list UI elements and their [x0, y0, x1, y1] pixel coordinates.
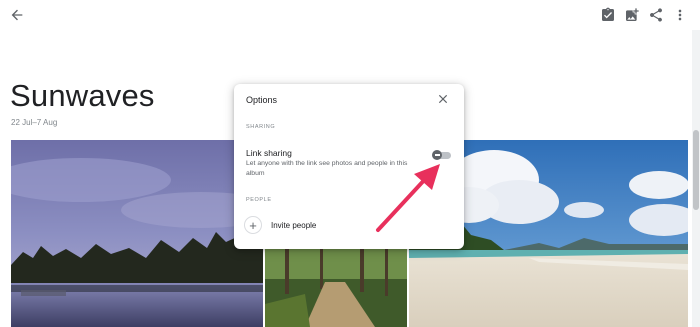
- add-photo-icon: [626, 8, 639, 21]
- album-title[interactable]: Sunwaves: [10, 78, 155, 114]
- add-to-album-icon: [602, 7, 614, 22]
- options-dialog: Options SHARING Link sharing Let anyone …: [234, 84, 464, 249]
- share-button[interactable]: [645, 4, 667, 26]
- close-icon[interactable]: [436, 92, 450, 106]
- more-vert-icon: [678, 9, 682, 21]
- add-to-album-button[interactable]: [597, 4, 619, 26]
- lake-photo-image: [11, 140, 263, 327]
- scrollbar-thumb[interactable]: [693, 130, 699, 210]
- photo-lake-dusk[interactable]: [11, 140, 263, 327]
- more-options-button[interactable]: [669, 4, 691, 26]
- back-button[interactable]: [6, 4, 28, 26]
- forest-photo-image: [265, 244, 407, 327]
- link-sharing-title: Link sharing: [246, 148, 292, 158]
- sharing-section-label: SHARING: [246, 124, 276, 130]
- add-photos-button[interactable]: [621, 4, 643, 26]
- dialog-title: Options: [246, 95, 278, 105]
- link-sharing-description: Let anyone with the link see photos and …: [246, 160, 408, 177]
- toggle-knob: [432, 150, 442, 160]
- top-app-bar: [0, 0, 700, 30]
- invite-people-label: Invite people: [271, 220, 317, 230]
- share-icon: [650, 8, 662, 22]
- add-person-icon: +: [244, 216, 262, 234]
- people-section-label: PEOPLE: [246, 197, 272, 203]
- photo-forest-path[interactable]: [265, 244, 407, 327]
- album-date-range: 22 Jul–7 Aug: [11, 118, 58, 127]
- invite-people-button[interactable]: + Invite people: [244, 214, 316, 236]
- link-sharing-toggle[interactable]: [432, 150, 452, 160]
- arrow-back-icon: [11, 9, 23, 21]
